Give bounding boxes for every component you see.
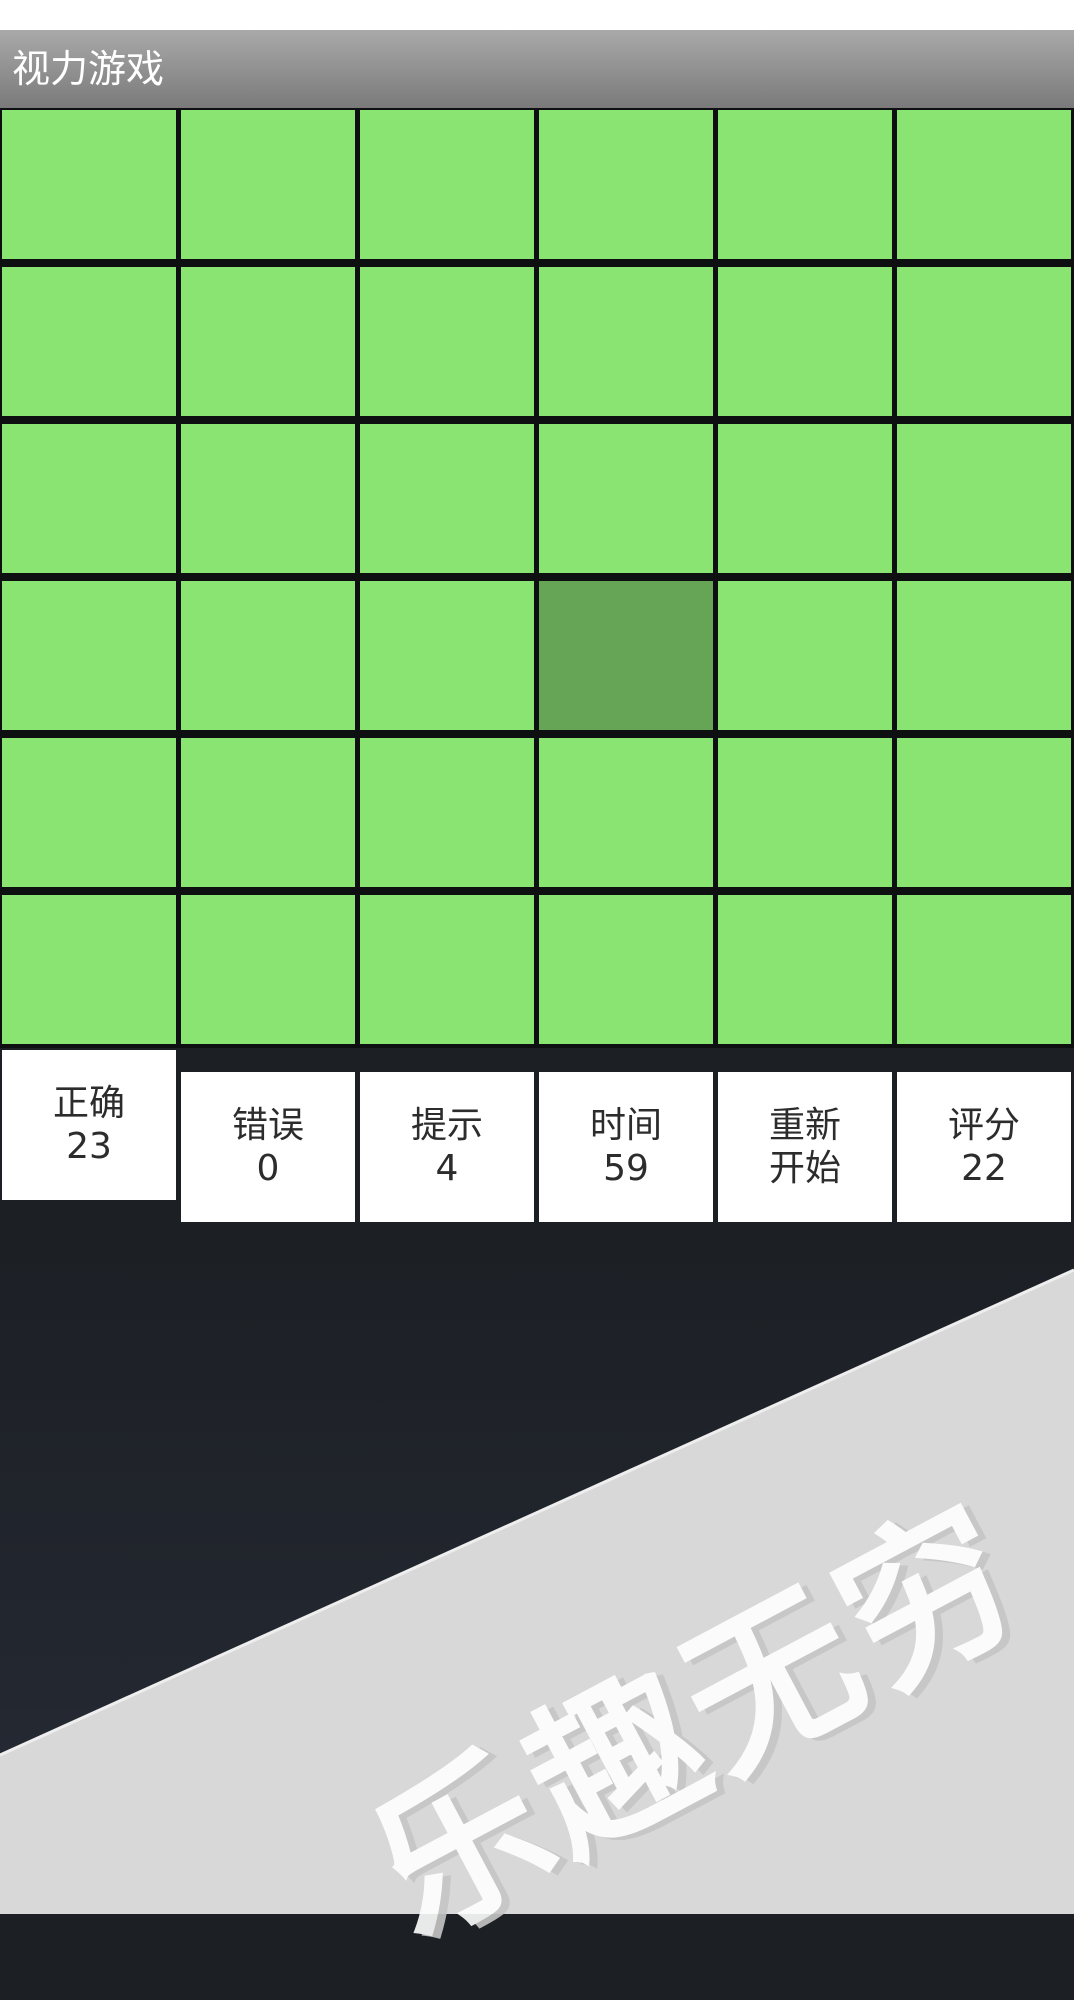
grid-tile[interactable] xyxy=(718,110,892,259)
grid-tile[interactable] xyxy=(360,424,534,573)
grid-tile[interactable] xyxy=(360,895,534,1044)
restart-label-line1: 重新 xyxy=(768,1105,841,1146)
app-title: 视力游戏 xyxy=(12,47,165,91)
correct-value: 23 xyxy=(66,1126,112,1167)
odd-tile[interactable] xyxy=(539,581,713,730)
grid-tile[interactable] xyxy=(539,424,713,573)
wrong-value: 0 xyxy=(256,1148,280,1189)
grid-tile[interactable] xyxy=(181,110,355,259)
grid-tile[interactable] xyxy=(181,267,355,416)
grid-tile[interactable] xyxy=(181,895,355,1044)
score-value: 22 xyxy=(961,1148,1007,1189)
timer-box: 时间 59 xyxy=(539,1072,713,1222)
score-box: 评分 22 xyxy=(897,1072,1071,1222)
correct-label: 正确 xyxy=(52,1083,125,1124)
grid-tile[interactable] xyxy=(2,738,176,887)
grid-tile[interactable] xyxy=(2,895,176,1044)
grid-tile[interactable] xyxy=(539,895,713,1044)
grid-tile[interactable] xyxy=(2,581,176,730)
timer-label: 时间 xyxy=(589,1105,662,1146)
grid-tile[interactable] xyxy=(718,424,892,573)
grid-tile[interactable] xyxy=(2,424,176,573)
grid-tile[interactable] xyxy=(2,267,176,416)
grid-tile[interactable] xyxy=(718,581,892,730)
grid-tile[interactable] xyxy=(181,581,355,730)
grid-tile[interactable] xyxy=(718,895,892,1044)
grid-tile[interactable] xyxy=(718,267,892,416)
hint-label: 提示 xyxy=(410,1105,483,1146)
grid-tile[interactable] xyxy=(539,267,713,416)
hint-button[interactable]: 提示 4 xyxy=(360,1072,534,1222)
grid-tile[interactable] xyxy=(897,267,1071,416)
grid-tile[interactable] xyxy=(897,738,1071,887)
score-label: 评分 xyxy=(947,1105,1020,1146)
grid-tile[interactable] xyxy=(539,110,713,259)
wrong-count-box: 错误 0 xyxy=(181,1072,355,1222)
hint-value: 4 xyxy=(435,1148,459,1189)
grid-tile[interactable] xyxy=(897,581,1071,730)
grid-tile[interactable] xyxy=(897,110,1071,259)
grid-tile[interactable] xyxy=(360,267,534,416)
grid-tile[interactable] xyxy=(2,110,176,259)
timer-value: 59 xyxy=(603,1148,649,1189)
title-bar: 视力游戏 xyxy=(0,30,1074,108)
restart-button[interactable]: 重新 开始 xyxy=(718,1072,892,1222)
wrong-label: 错误 xyxy=(231,1105,304,1146)
restart-label-line2: 开始 xyxy=(768,1148,841,1189)
grid-tile[interactable] xyxy=(539,738,713,887)
game-board xyxy=(0,108,1074,1048)
grid-tile[interactable] xyxy=(360,738,534,887)
grid-tile[interactable] xyxy=(360,581,534,730)
grid-tile[interactable] xyxy=(181,424,355,573)
correct-count-box: 正确 23 xyxy=(2,1050,176,1200)
grid-tile[interactable] xyxy=(897,895,1071,1044)
grid-tile[interactable] xyxy=(897,424,1071,573)
control-panel: 正确 23 错误 0 提示 4 时间 59 重新 开始 评分 22 xyxy=(0,1045,1074,1225)
grid-tile[interactable] xyxy=(360,110,534,259)
grid-tile[interactable] xyxy=(181,738,355,887)
status-strip xyxy=(0,0,1074,30)
grid-tile[interactable] xyxy=(718,738,892,887)
